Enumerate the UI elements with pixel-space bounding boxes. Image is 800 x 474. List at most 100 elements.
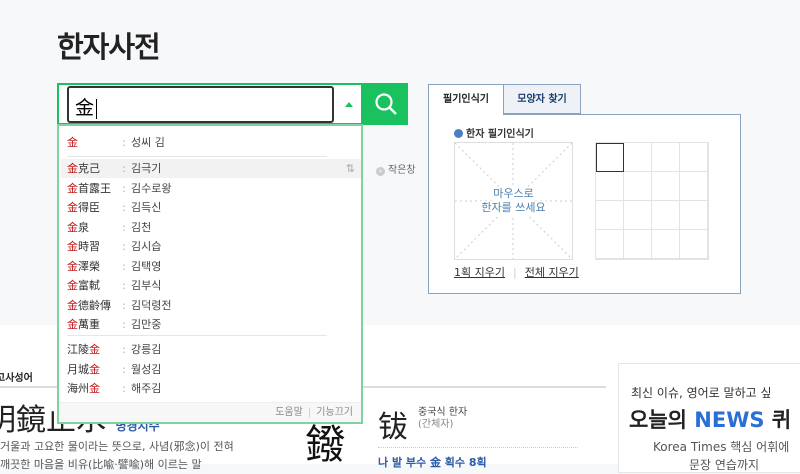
autocomplete-item[interactable]: 金時習: 김시습 — [67, 237, 355, 256]
simplified-label: 중국식 한자 (간체자) — [418, 407, 467, 431]
autocomplete-item[interactable]: 金: 성씨 김 — [67, 133, 355, 152]
candidate-cell[interactable] — [596, 201, 624, 230]
hanja-prefix: 月城 — [67, 362, 89, 376]
autocomplete-item[interactable]: 月城金: 월성김 — [67, 360, 355, 379]
candidate-cell[interactable] — [652, 201, 680, 230]
hanja-highlight: 金 — [89, 362, 100, 376]
search-input[interactable]: 金 — [67, 86, 334, 123]
hanja-highlight: 金 — [67, 240, 78, 253]
separator: : — [122, 279, 126, 292]
autocomplete-item[interactable]: 金泉: 김천 — [67, 218, 355, 237]
handwriting-label: 한자 필기인식기 — [454, 125, 534, 140]
banner-line: 최신 이슈, 영어로 말하고 싶 — [631, 386, 772, 400]
hanja-rest: 得臣 — [78, 201, 100, 214]
autocomplete-item[interactable]: 金首露王: 김수로왕 — [67, 179, 355, 198]
candidate-cell[interactable] — [680, 143, 708, 172]
hanja-rest: 德齡傳 — [78, 298, 111, 312]
hanja: 金德齡傳 — [67, 296, 117, 315]
hanja: 金泉 — [67, 218, 117, 237]
reading: 김택영 — [131, 259, 162, 273]
separator: : — [122, 181, 126, 195]
hanja-rest: 萬重 — [78, 318, 100, 331]
hanja: 金克己 — [67, 159, 117, 178]
hanja: 金得臣 — [67, 198, 117, 217]
candidate-cell[interactable] — [624, 201, 652, 230]
hanja: 月城金 — [67, 360, 117, 379]
candidate-cell[interactable] — [596, 172, 624, 201]
candidate-cell[interactable] — [624, 143, 652, 172]
separator: : — [122, 298, 126, 312]
hanja-rest: 首露王 — [78, 181, 111, 195]
candidate-cell[interactable] — [680, 201, 708, 230]
candidate-cell[interactable] — [680, 230, 708, 259]
separator: : — [122, 318, 126, 331]
separator: : — [122, 382, 126, 395]
hanja-rest: 泉 — [78, 220, 89, 234]
small-window-link[interactable]: › 작은창 — [376, 161, 416, 176]
banner-title-a: 오늘의 — [629, 408, 695, 432]
reading: 김부식 — [131, 279, 162, 292]
reading: 월성김 — [131, 362, 162, 376]
hanja: 金萬重 — [67, 315, 117, 334]
candidate-cell[interactable] — [624, 230, 652, 259]
canvas-hint: 마우스로 — [493, 187, 534, 201]
autocomplete-item[interactable]: 金富軾: 김부식 — [67, 276, 355, 295]
separator: : — [122, 201, 126, 214]
dropdown-footer: 도움말 | 기능끄기 — [59, 402, 361, 422]
reading: 김천 — [131, 220, 152, 234]
candidate-cell[interactable] — [680, 172, 708, 201]
autocomplete-item[interactable]: 金得臣: 김득신 — [67, 198, 355, 217]
hanja-highlight: 金 — [67, 220, 78, 234]
hanja: 海州金 — [67, 379, 117, 398]
autocomplete-item[interactable]: 海州金: 해주김 — [67, 379, 355, 398]
autocomplete-item[interactable]: 金克己: 김극기 ⇅ — [61, 159, 361, 178]
banner-sub: Korea Times 핵심 어휘에 — [653, 440, 790, 454]
autocomplete-item[interactable]: 金德齡傳: 김덕령전 — [67, 296, 355, 315]
autocomplete-toggle-button[interactable] — [336, 86, 362, 123]
candidate-cell[interactable] — [652, 172, 680, 201]
hanja-rest: 時習 — [78, 240, 100, 253]
search-icon — [374, 93, 397, 115]
autocomplete-item[interactable]: 金萬重: 김만중 — [67, 315, 355, 334]
tab-shape-search[interactable]: 모양자 찾기 — [504, 84, 581, 114]
candidate-cell[interactable] — [596, 143, 624, 172]
hanja: 金富軾 — [67, 276, 117, 295]
reading: 김득신 — [131, 201, 162, 214]
separator: : — [122, 259, 126, 273]
tab-handwriting[interactable]: 필기인식기 — [428, 84, 504, 115]
handwriting-label-text: 한자 필기인식기 — [466, 129, 534, 140]
hanja-prefix: 海州 — [67, 382, 89, 395]
hanja-highlight: 金 — [67, 136, 78, 149]
autocomplete-item[interactable]: 金澤榮: 김택영 — [67, 257, 355, 276]
canvas-hint: 한자를 쓰세요 — [481, 201, 546, 215]
candidate-cell[interactable] — [652, 230, 680, 259]
news-quiz-banner[interactable]: 최신 이슈, 영어로 말하고 싶 오늘의 NEWS 퀴 Korea Times … — [618, 363, 800, 473]
candidate-cell[interactable] — [596, 230, 624, 259]
separator: : — [122, 136, 126, 149]
handwriting-canvas[interactable]: 마우스로 한자를 쓰세요 — [454, 142, 573, 260]
hanja-highlight: 金 — [67, 162, 78, 175]
autocomplete-item[interactable]: 江陵金: 강릉김 — [67, 340, 355, 359]
search-button[interactable] — [363, 83, 408, 125]
bullet-icon — [454, 129, 463, 138]
clear-all-link[interactable]: 전체 지우기 — [525, 266, 579, 279]
hanja-rest: 澤榮 — [78, 259, 100, 273]
hanja-highlight: 金 — [67, 181, 78, 195]
candidate-cell[interactable] — [624, 172, 652, 201]
disable-autocomplete-link[interactable]: 기능끄기 — [316, 407, 353, 418]
hanja-rest: 克己 — [78, 162, 100, 175]
help-link[interactable]: 도움말 — [275, 407, 303, 418]
desc-line: 깨끗한 마음을 비유(比喩·譬喩)해 이르는 말 — [0, 458, 202, 471]
sort-icon[interactable]: ⇅ — [346, 159, 355, 178]
small-window-label: 작은창 — [388, 165, 416, 176]
hanja: 金時習 — [67, 237, 117, 256]
candidate-cell[interactable] — [652, 143, 680, 172]
hanja-reading: 나 발 부수 金 획수 8획 — [378, 456, 487, 469]
hanja: 金澤榮 — [67, 257, 117, 276]
undo-stroke-link[interactable]: 1획 지우기 — [454, 266, 505, 279]
reading: 김극기 — [131, 162, 162, 175]
idiom-section-title: 고사성어 — [0, 373, 33, 384]
reading: 해주김 — [131, 382, 162, 395]
hanja-highlight: 金 — [67, 298, 78, 312]
desc-line: 거울과 고요한 물이라는 뜻으로, 사념(邪念)이 전혀 — [0, 440, 234, 453]
